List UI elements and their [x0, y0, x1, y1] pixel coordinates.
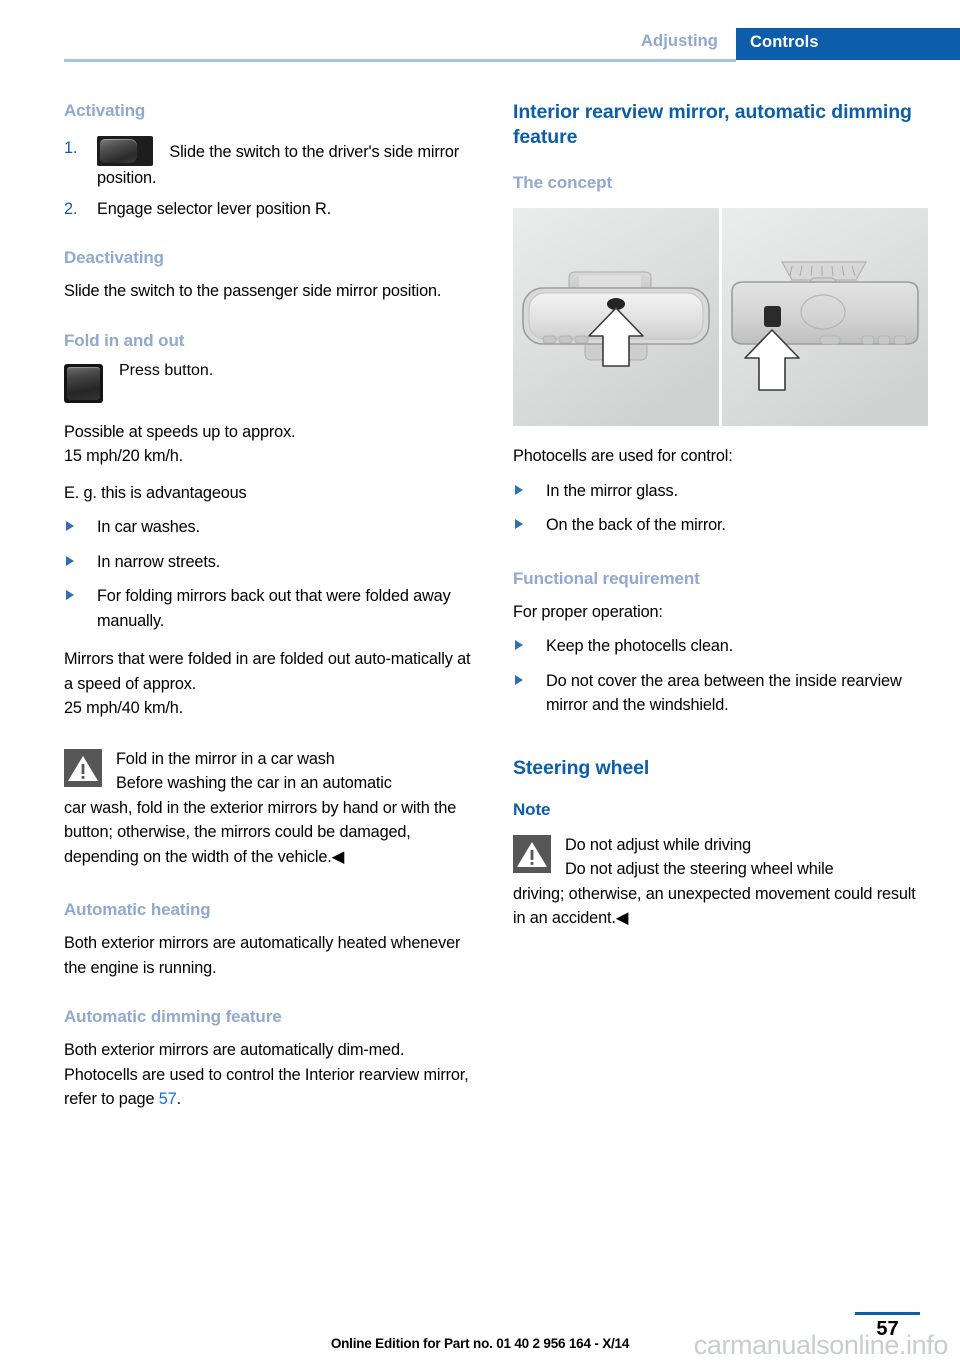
warning-body-rest: driving; otherwise, an unexpected moveme… [513, 884, 916, 928]
warning-end-mark: ◀ [615, 909, 629, 927]
list-item: In car washes. [64, 515, 479, 540]
list-item-step-2: 2. Engage selector lever position R. [64, 197, 479, 222]
header-divider [64, 59, 736, 62]
triangle-bullet-icon [515, 674, 523, 685]
breadcrumb: Adjusting [641, 32, 718, 50]
heading-activating: Activating [64, 101, 146, 120]
page-reference-link[interactable]: 57 [159, 1090, 177, 1108]
press-button-row: Press button. [64, 361, 479, 408]
warning-body-first: Before washing the car in an automatic [116, 774, 392, 792]
triangle-bullet-icon [515, 519, 523, 529]
automatic-heating-body: Both exterior mirrors are automatically … [64, 934, 461, 977]
photocells-intro: Photocells are used for control: [513, 447, 733, 465]
step-number: 1. [64, 139, 78, 157]
warning-title: Fold in the mirror in a car wash [116, 749, 335, 768]
list-item: In the mirror glass. [513, 479, 928, 504]
warning-fold-in-car-wash: Fold in the mirror in a car wash Before … [64, 747, 479, 870]
warning-triangle-icon [64, 748, 102, 787]
list-item: Do not cover the area between the inside… [513, 669, 928, 718]
list-item: Keep the photocells clean. [513, 634, 928, 659]
list-item-label: On the back of the mirror. [546, 516, 726, 534]
heading-deactivating: Deactivating [64, 248, 164, 267]
warning-title: Do not adjust while driving [565, 835, 751, 854]
triangle-bullet-icon [515, 640, 523, 650]
rocker-switch-icon [97, 136, 153, 166]
press-button-icon [64, 363, 103, 403]
list-item-label: Keep the photocells clean. [546, 637, 734, 655]
fold-eg-intro: E. g. this is advantageous [64, 483, 247, 502]
rearview-mirror-back-photocell-image [722, 208, 928, 426]
press-button-label: Press button. [119, 361, 214, 379]
rearview-mirror-front-photocell-image [513, 208, 719, 426]
warning-body-rest: car wash, fold in the exterior mirrors b… [64, 798, 457, 866]
list-item: In narrow streets. [64, 550, 479, 575]
page-number-rule [855, 1312, 920, 1315]
warning-body-first: Do not adjust the steering wheel while [565, 860, 834, 878]
list-item-label: In the mirror glass. [546, 481, 678, 500]
list-item: For folding mirrors back out that were f… [64, 584, 479, 633]
figure-rearview-mirror-photocells [513, 208, 928, 426]
heading-note: Note [513, 799, 551, 819]
heading-the-concept: The concept [513, 173, 613, 192]
list-item-label: In car washes. [97, 518, 200, 536]
fold-speed-note: Possible at speeds up to approx. 15 mph/… [64, 422, 296, 466]
automatic-dimming-body: Both exterior mirrors are automatically … [64, 1041, 469, 1108]
warning-end-mark: ◀ [331, 847, 345, 866]
triangle-bullet-icon [515, 484, 523, 495]
functional-intro: For proper operation: [513, 602, 663, 621]
heading-functional-requirement: Functional requirement [513, 568, 700, 588]
list-item-step-1: 1. Slide the switch to the driver's side… [64, 136, 479, 191]
step-text: Engage selector lever position R. [97, 199, 331, 218]
left-column: Activating 1. Slide the switch to the dr… [64, 100, 479, 1112]
heading-fold-in-and-out: Fold in and out [64, 330, 185, 350]
triangle-bullet-icon [66, 521, 74, 531]
list-item-label: Do not cover the area between the inside… [546, 671, 902, 715]
warning-triangle-icon [513, 834, 551, 873]
list-item-label: For folding mirrors back out that were f… [97, 587, 451, 630]
fold-auto-note: Mirrors that were folded in are folded o… [64, 650, 471, 717]
page-header: Adjusting Controls [0, 0, 960, 62]
list-item-label: In narrow streets. [97, 552, 221, 571]
triangle-bullet-icon [66, 555, 74, 566]
right-column: Interior rearview mirror, automatic dimm… [513, 100, 928, 931]
section-title-steering-wheel: Steering wheel [513, 756, 650, 779]
deactivating-body: Slide the switch to the passenger side m… [64, 282, 442, 300]
heading-automatic-heating: Automatic heating [64, 900, 211, 919]
page-title: Interior rearview mirror, automatic dimm… [513, 101, 912, 148]
section-tab-label: Controls [750, 33, 819, 51]
watermark: carmanualsonline.info [693, 1330, 949, 1360]
heading-automatic-dimming: Automatic dimming feature [64, 1007, 282, 1026]
warning-do-not-adjust-while-driving: Do not adjust while driving Do not adjus… [513, 833, 928, 931]
triangle-bullet-icon [66, 590, 74, 600]
step-number: 2. [64, 199, 78, 218]
list-item: On the back of the mirror. [513, 513, 928, 538]
